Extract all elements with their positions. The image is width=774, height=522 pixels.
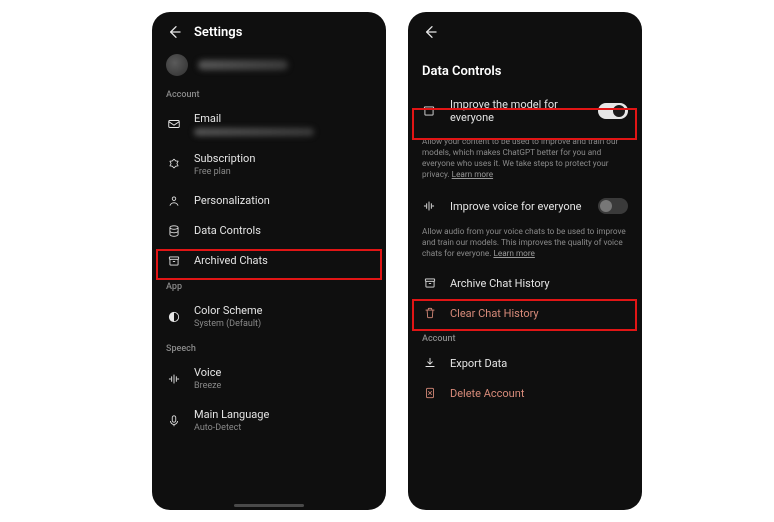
archive-icon <box>166 254 182 268</box>
row-label: Export Data <box>450 357 628 371</box>
learn-more-link[interactable]: Learn more <box>493 249 534 259</box>
mic-icon <box>166 414 182 428</box>
row-label: Voice <box>194 366 372 380</box>
row-subscription[interactable]: Subscription Free plan <box>152 144 386 186</box>
row-clear-history[interactable]: Clear Chat History <box>408 298 642 328</box>
row-label: Color Scheme <box>194 304 372 318</box>
home-indicator <box>234 504 304 507</box>
page-title: Data Controls <box>408 50 642 89</box>
profile-row[interactable] <box>152 50 386 84</box>
email-redacted <box>194 128 314 136</box>
row-delete-account[interactable]: Delete Account <box>408 378 642 408</box>
row-label: Data Controls <box>194 224 372 238</box>
row-label: Archive Chat History <box>450 277 628 291</box>
row-sublabel: Auto-Detect <box>194 423 372 434</box>
row-main-language[interactable]: Main Language Auto-Detect <box>152 400 386 442</box>
learn-more-link[interactable]: Learn more <box>452 170 493 180</box>
row-label: Subscription <box>194 152 372 166</box>
improve-voice-toggle[interactable] <box>598 198 628 214</box>
page-title: Settings <box>194 25 242 40</box>
back-arrow-icon[interactable] <box>166 24 182 40</box>
topbar <box>408 12 642 50</box>
row-sublabel: Breeze <box>194 381 372 392</box>
sound-wave-icon <box>166 372 182 386</box>
row-export-data[interactable]: Export Data <box>408 348 642 378</box>
personalization-icon <box>166 194 182 208</box>
database-icon <box>422 104 438 118</box>
back-arrow-icon[interactable] <box>422 24 438 40</box>
row-voice[interactable]: Voice Breeze <box>152 358 386 400</box>
delete-account-icon <box>422 386 438 400</box>
section-label-app: App <box>152 276 386 296</box>
data-controls-screen: Data Controls Improve the model for ever… <box>408 12 642 510</box>
improve-model-toggle[interactable] <box>598 103 628 119</box>
row-data-controls[interactable]: Data Controls <box>152 216 386 246</box>
row-label: Clear Chat History <box>450 307 628 321</box>
row-archive-history[interactable]: Archive Chat History <box>408 268 642 298</box>
avatar <box>166 54 188 76</box>
row-color-scheme[interactable]: Color Scheme System (Default) <box>152 296 386 338</box>
theme-icon <box>166 310 182 324</box>
row-archived-chats[interactable]: Archived Chats <box>152 246 386 276</box>
mail-icon <box>166 117 182 131</box>
toggle-label: Improve voice for everyone <box>450 200 586 213</box>
section-label-account: Account <box>408 328 642 348</box>
row-label: Main Language <box>194 408 372 422</box>
toggle-label: Improve the model for everyone <box>450 98 586 124</box>
database-icon <box>166 224 182 238</box>
improve-model-helper: Allow your content to be used to improve… <box>408 133 642 189</box>
archive-icon <box>422 276 438 290</box>
row-label: Personalization <box>194 194 372 208</box>
row-sublabel: Free plan <box>194 167 372 178</box>
row-label: Delete Account <box>450 387 628 401</box>
badge-icon <box>166 158 182 172</box>
row-label: Email <box>194 112 372 126</box>
download-icon <box>422 356 438 370</box>
row-personalization[interactable]: Personalization <box>152 186 386 216</box>
section-label-account: Account <box>152 84 386 104</box>
row-label: Archived Chats <box>194 254 372 268</box>
profile-name-redacted <box>198 60 288 70</box>
trash-icon <box>422 306 438 320</box>
row-improve-model[interactable]: Improve the model for everyone <box>408 89 642 133</box>
topbar: Settings <box>152 12 386 50</box>
settings-screen: Settings Account Email Subscription Free… <box>152 12 386 510</box>
row-sublabel: System (Default) <box>194 319 372 330</box>
section-label-speech: Speech <box>152 338 386 358</box>
improve-voice-helper: Allow audio from your voice chats to be … <box>408 223 642 268</box>
row-improve-voice[interactable]: Improve voice for everyone <box>408 189 642 223</box>
row-email[interactable]: Email <box>152 104 386 144</box>
sound-wave-icon <box>422 199 438 213</box>
